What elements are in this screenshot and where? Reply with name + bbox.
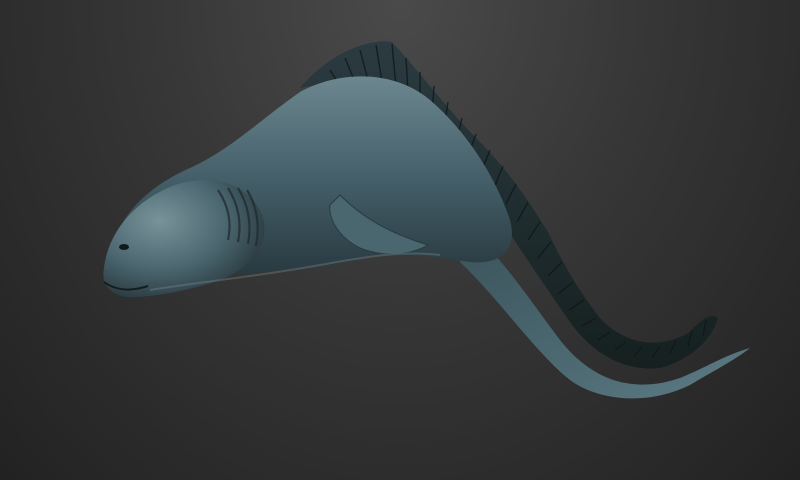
sea-creature-render [103,41,750,399]
eye [119,244,129,250]
tail [460,230,750,399]
render-viewport [0,0,800,480]
head [103,179,265,298]
